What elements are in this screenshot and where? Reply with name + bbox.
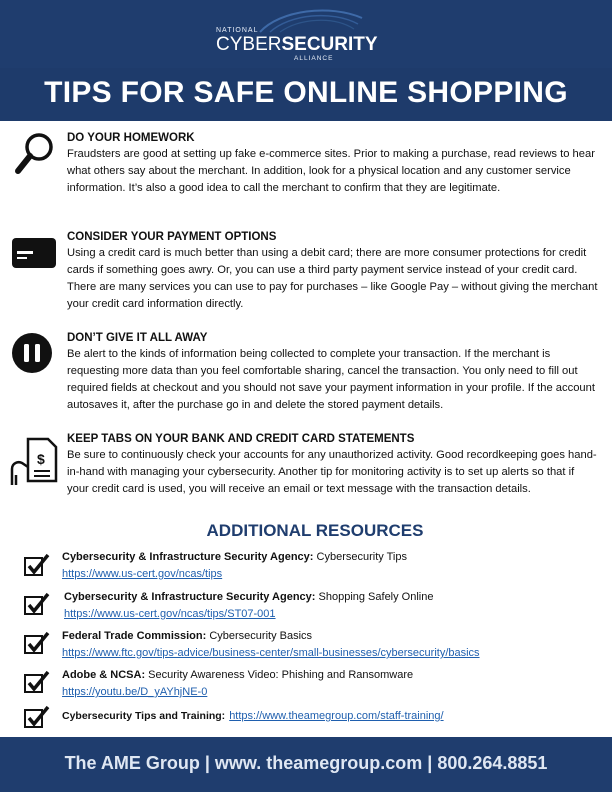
checkbox-check-icon bbox=[24, 670, 50, 693]
logo-cyber: CYBER bbox=[216, 34, 282, 55]
resource-title-line: Cybersecurity & Infrastructure Security … bbox=[62, 549, 602, 566]
page-title: TIPS FOR SAFE ONLINE SHOPPING bbox=[44, 76, 568, 109]
resource-title: Cybersecurity Basics bbox=[206, 630, 313, 642]
resource-item: Cybersecurity & Infrastructure Security … bbox=[62, 549, 602, 583]
resource-link[interactable]: https://www.us-cert.gov/ncas/tips bbox=[62, 568, 222, 580]
resources-heading: ADDITIONAL RESOURCES bbox=[206, 521, 424, 540]
tip-body: Fraudsters are good at setting up fake e… bbox=[67, 148, 595, 194]
tip-heading: KEEP TABS ON YOUR BANK AND CREDIT CARD S… bbox=[67, 433, 415, 445]
logo-security: SECURITY bbox=[281, 34, 378, 55]
resource-item: Adobe & NCSA: Security Awareness Video: … bbox=[62, 667, 602, 701]
resource-link[interactable]: https://www.us-cert.gov/ncas/tips/ST07-0… bbox=[64, 608, 276, 620]
tip-dont-give-away: DON’T GIVE IT ALL AWAY Be alert to the k… bbox=[67, 331, 599, 414]
resource-title: Security Awareness Video: Phishing and R… bbox=[145, 669, 414, 681]
checkbox-check-icon bbox=[24, 553, 50, 576]
logo-national: NATIONAL bbox=[216, 27, 259, 34]
resource-link[interactable]: https://www.theamegroup.com/staff-traini… bbox=[229, 710, 443, 722]
tip-heading: DON’T GIVE IT ALL AWAY bbox=[67, 332, 208, 344]
resource-title: Cybersecurity Tips bbox=[313, 551, 407, 563]
logo-swoosh-icon bbox=[259, 9, 363, 33]
tip-heading: CONSIDER YOUR PAYMENT OPTIONS bbox=[67, 231, 277, 243]
resource-org: Adobe & NCSA: bbox=[62, 669, 146, 681]
tip-keep-tabs: KEEP TABS ON YOUR BANK AND CREDIT CARD S… bbox=[67, 432, 599, 498]
resource-title: Shopping Safely Online bbox=[315, 591, 434, 603]
footer-contact: The AME Group | www. theamegroup.com | 8… bbox=[64, 753, 548, 773]
pause-icon bbox=[12, 333, 52, 373]
checkbox-check-icon bbox=[24, 705, 50, 728]
tip-homework: DO YOUR HOMEWORK Fraudsters are good at … bbox=[67, 131, 599, 197]
magnifying-glass-icon bbox=[15, 133, 53, 174]
tip-body: Be sure to continuously check your accou… bbox=[67, 449, 597, 495]
svg-text:$: $ bbox=[37, 451, 45, 467]
tip-body: Using a credit card is much better than … bbox=[67, 247, 598, 310]
resource-link[interactable]: https://www.ftc.gov/tips-advice/business… bbox=[62, 647, 480, 659]
footer-bar: The AME Group | www. theamegroup.com | 8… bbox=[0, 737, 612, 792]
credit-card-icon bbox=[12, 238, 56, 268]
checkbox-check-icon bbox=[24, 592, 50, 615]
resource-item: Federal Trade Commission: Cybersecurity … bbox=[62, 628, 602, 662]
tip-heading: DO YOUR HOMEWORK bbox=[67, 132, 195, 144]
tip-payment-options: CONSIDER YOUR PAYMENT OPTIONS Using a cr… bbox=[67, 230, 599, 313]
resource-org: Cybersecurity Tips and Training: bbox=[62, 710, 226, 722]
checkbox-check-icon bbox=[24, 631, 50, 654]
resource-title-line: Adobe & NCSA: Security Awareness Video: … bbox=[62, 667, 602, 684]
header-banner: NATIONAL CYBERSECURITY ALLIANCE TIPS FOR… bbox=[0, 0, 612, 121]
resource-item: Cybersecurity Tips and Training: https://… bbox=[62, 710, 444, 722]
logo-alliance: ALLIANCE bbox=[294, 55, 334, 62]
resource-title-line: Cybersecurity & Infrastructure Security … bbox=[64, 589, 604, 606]
resource-title-line: Federal Trade Commission: Cybersecurity … bbox=[62, 628, 602, 645]
resource-item: Cybersecurity & Infrastructure Security … bbox=[64, 589, 604, 623]
resource-org: Federal Trade Commission: bbox=[62, 630, 207, 642]
statement-icon: $ bbox=[10, 437, 58, 485]
resource-org: Cybersecurity & Infrastructure Security … bbox=[64, 591, 316, 603]
logo-wordmark: CYBERSECURITY bbox=[216, 34, 378, 56]
tip-body: Be alert to the kinds of information bei… bbox=[67, 348, 595, 411]
resource-link[interactable]: https://youtu.be/D_yAYhjNE-0 bbox=[62, 686, 207, 698]
resource-org: Cybersecurity & Infrastructure Security … bbox=[62, 551, 314, 563]
